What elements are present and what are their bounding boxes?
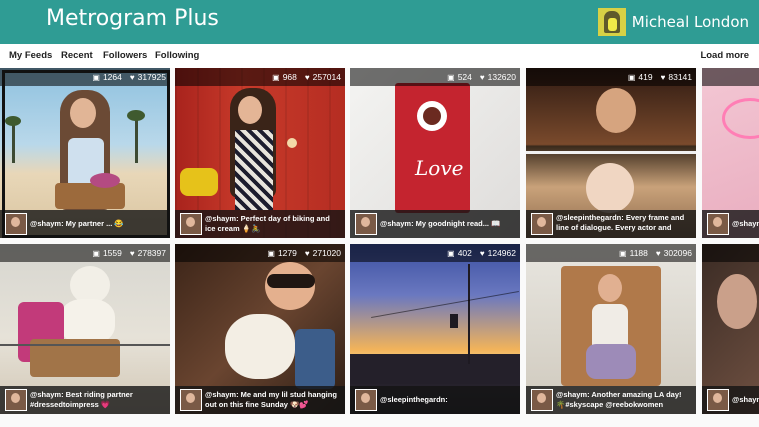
comment-count: 402: [457, 248, 472, 258]
comment-count: 419: [638, 72, 653, 82]
nav-followers[interactable]: Followers: [103, 50, 147, 61]
nav-following[interactable]: Following: [155, 50, 199, 61]
user-avatar[interactable]: [5, 213, 27, 235]
caption-text: @shaym #WIGS: [732, 395, 759, 404]
caption-text: @shaym: Another amazing LA day! 🌴#skysca…: [556, 390, 682, 409]
photo-caption: @shaym: My partner ... 😂: [0, 210, 170, 238]
caption-text: @shaym: Best riding partner #dressedtoim…: [30, 390, 133, 409]
comment-count: 524: [457, 72, 472, 82]
photo-tile[interactable]: ▣ 1559 ♥ 278397 @shaym: Best riding partner…: [0, 244, 170, 414]
user-avatar[interactable]: [707, 389, 729, 411]
heart-icon: ♥: [479, 72, 485, 82]
photo-stats: [702, 244, 759, 262]
photo-stats: ▣ 968 ♥ 257014: [175, 68, 345, 86]
photo-caption: @sleepinthegardn:: [350, 386, 520, 414]
photo-tile[interactable]: @shaym: [702, 68, 759, 238]
avatar[interactable]: [597, 8, 626, 36]
comment-count: 1279: [277, 248, 297, 258]
photo-caption: @shaym: Perfect day of biking and ice cr…: [175, 210, 345, 238]
user-avatar[interactable]: [531, 389, 553, 411]
app-title: Metrogram Plus: [46, 6, 219, 31]
comment-count: 1188: [629, 248, 648, 258]
user-name[interactable]: Micheal London: [632, 13, 749, 31]
caption-text: @shaym: Perfect day of biking and ice cr…: [205, 214, 330, 233]
photo-tile[interactable]: ▣ 419 ♥ 83141 @sleepinthegardn: Every frame…: [526, 68, 696, 238]
photo-tile[interactable]: ▣ 1264 ♥ 317925 @shaym: My partner ... 😂: [0, 68, 170, 238]
photo-caption: @shaym: Another amazing LA day! 🌴#skysca…: [526, 386, 696, 414]
photo-stats: [702, 68, 759, 86]
comment-icon: ▣: [267, 248, 275, 258]
photo-tile[interactable]: ▣ 1279 ♥ 271020 @shaym: Me and my lil stud …: [175, 244, 345, 414]
photo-stats: ▣ 402 ♥ 124962: [350, 244, 520, 262]
like-count: 317925: [137, 72, 166, 82]
photo-caption: @sleepinthegardn: Every frame and line o…: [526, 210, 696, 238]
photo-tile[interactable]: Love ▣ 524 ♥ 132620 @shaym: My goodnight re…: [350, 68, 520, 238]
caption-text: @sleepinthegardn: Every frame and line o…: [556, 213, 685, 235]
photo-gallery: ▣ 1264 ♥ 317925 @shaym: My partner ... 😂 ▣ 9…: [0, 68, 759, 427]
photo-tile[interactable]: ▣ 402 ♥ 124962 @sleepinthegardn:: [350, 244, 520, 414]
like-count: 132620: [487, 72, 516, 82]
photo-stats: ▣ 419 ♥ 83141: [526, 68, 696, 86]
load-more-button[interactable]: Load more: [700, 50, 749, 61]
user-avatar[interactable]: [5, 389, 27, 411]
user-avatar[interactable]: [531, 213, 553, 235]
like-count: 278397: [137, 248, 166, 258]
caption-text: @sleepinthegardn:: [380, 395, 448, 404]
comment-icon: ▣: [92, 248, 100, 258]
user-avatar[interactable]: [707, 213, 729, 235]
caption-text: @shaym: My goodnight read... 📖: [380, 219, 501, 228]
comment-count: 1559: [102, 248, 122, 258]
comment-icon: ▣: [92, 72, 100, 82]
photo-stats: ▣ 524 ♥ 132620: [350, 68, 520, 86]
comment-icon: ▣: [447, 248, 455, 258]
photo-caption: @shaym: Best riding partner #dressedtoim…: [0, 386, 170, 414]
user-avatar[interactable]: [355, 213, 377, 235]
comment-icon: ▣: [619, 248, 627, 258]
photo-caption: @shaym: [702, 210, 759, 238]
like-count: 83141: [668, 72, 692, 82]
user-avatar[interactable]: [180, 389, 202, 411]
like-count: 124962: [487, 248, 516, 258]
heart-icon: ♥: [479, 248, 485, 258]
photo-tile[interactable]: @shaym #WIGS: [702, 244, 759, 414]
heart-icon: ♥: [660, 72, 666, 82]
user-avatar[interactable]: [180, 213, 202, 235]
photo-caption: @shaym: Me and my lil stud hanging out o…: [175, 386, 345, 414]
user-profile[interactable]: Micheal London: [597, 8, 749, 36]
nav-bar: My Feeds Recent Followers Following Load…: [0, 44, 759, 68]
title-bar: Metrogram Plus Micheal London: [0, 0, 759, 44]
photo-caption: @shaym: My goodnight read... 📖: [350, 210, 520, 238]
heart-icon: ♥: [655, 248, 661, 258]
nav-recent[interactable]: Recent: [61, 50, 93, 61]
photo-stats: ▣ 1188 ♥ 302096: [526, 244, 696, 262]
caption-text: @shaym: My partner ... 😂: [30, 219, 124, 228]
photo-stats: ▣ 1279 ♥ 271020: [175, 244, 345, 262]
caption-text: @shaym: [732, 219, 759, 228]
heart-icon: ♥: [304, 72, 310, 82]
like-count: 271020: [312, 248, 341, 258]
heart-icon: ♥: [129, 248, 135, 258]
photo-stats: ▣ 1264 ♥ 317925: [0, 68, 170, 86]
heart-icon: ♥: [304, 248, 310, 258]
heart-icon: ♥: [129, 72, 135, 82]
comment-icon: ▣: [627, 72, 636, 82]
comment-count: 968: [282, 72, 297, 82]
photo-tile[interactable]: ▣ 968 ♥ 257014 @shaym: Perfect day of bikin…: [175, 68, 345, 238]
photo-caption: @shaym #WIGS: [702, 386, 759, 414]
comment-count: 1264: [102, 72, 122, 82]
caption-text: @shaym: Me and my lil stud hanging out o…: [205, 390, 337, 409]
nav-my-feeds[interactable]: My Feeds: [9, 50, 52, 61]
comment-icon: ▣: [447, 72, 455, 82]
photo-stats: ▣ 1559 ♥ 278397: [0, 244, 170, 262]
like-count: 257014: [312, 72, 341, 82]
like-count: 302096: [663, 248, 692, 258]
comment-icon: ▣: [272, 72, 280, 82]
user-avatar[interactable]: [355, 389, 377, 411]
photo-tile[interactable]: ▣ 1188 ♥ 302096 @shaym: Another amazing LA …: [526, 244, 696, 414]
